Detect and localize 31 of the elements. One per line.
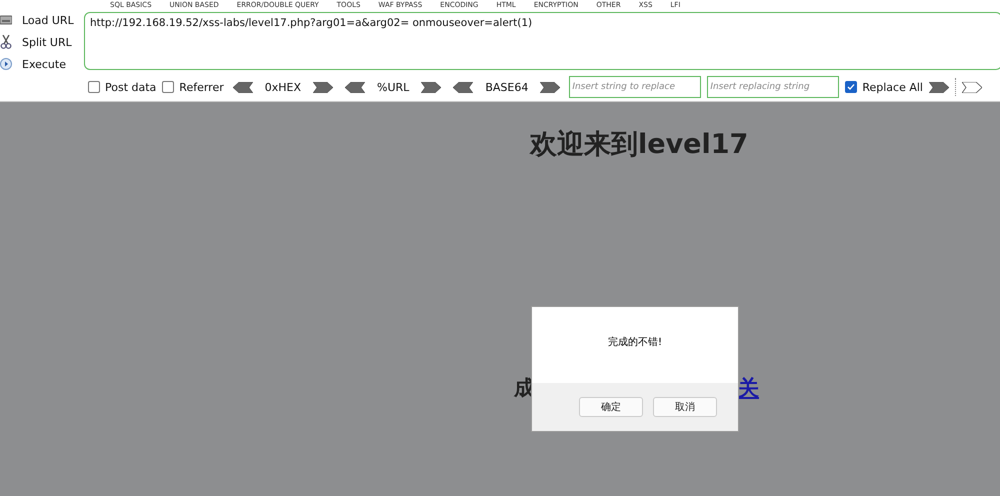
right-arrow-icon[interactable] [313,82,334,92]
encoder-label: BASE64 [485,80,528,94]
url-field[interactable]: http://192.168.19.52/xss-labs/level17.php?arg01=a&arg02= onmouseover=alert(1) [84,12,1000,70]
page-link[interactable]: 关 [738,374,759,402]
right-arrow-icon[interactable] [962,82,982,92]
toolbar-button[interactable]: Load URL [0,12,78,28]
dialog-button[interactable]: 确定 [579,397,643,417]
scissors-icon [0,35,12,49]
checkbox-label: Referrer [179,80,224,94]
input-field[interactable]: Insert replacing string [707,76,840,98]
toolbar-button[interactable]: Split URL [0,34,78,50]
checkbox[interactable] [88,81,100,93]
left-arrow-icon[interactable] [345,82,366,92]
encoder-label: 0xHEX [264,80,302,94]
checkbox-label: Post data [105,80,156,94]
checkbox-label: Replace All [862,80,923,94]
right-arrow-icon[interactable] [540,82,560,92]
dialog-message: 完成的不错! [608,336,662,349]
checkbox[interactable] [845,81,858,93]
toolbar-button[interactable]: Execute [0,56,78,72]
right-arrow-icon[interactable] [928,82,949,92]
input-field[interactable]: Insert string to replace [569,76,702,98]
right-arrow-icon[interactable] [421,82,442,92]
checkbox[interactable] [162,81,174,93]
encoder-label: %URL [377,80,410,94]
left-arrow-icon[interactable] [453,82,474,92]
dialog-button[interactable]: 取消 [653,397,717,417]
play-icon [0,58,12,70]
page-heading: 欢迎来到level17 [528,128,750,162]
drive-icon [0,14,12,26]
left-arrow-icon[interactable] [232,82,253,92]
